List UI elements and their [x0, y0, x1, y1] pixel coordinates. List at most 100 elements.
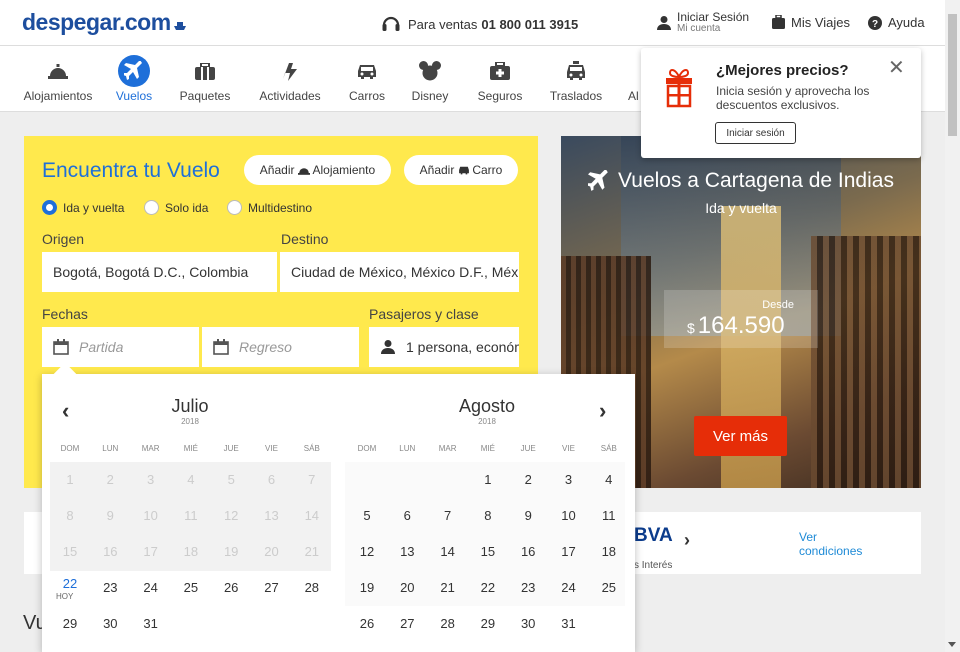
calendar-day: 17: [143, 544, 158, 559]
nav-item-disney[interactable]: Disney: [408, 58, 452, 103]
add-hotel-button[interactable]: Añadir Alojamiento: [244, 155, 391, 185]
calendar-day[interactable]: 3: [549, 462, 589, 498]
help-link[interactable]: ? Ayuda: [868, 15, 925, 30]
calendar-day[interactable]: 16: [508, 534, 548, 570]
calendar-day[interactable]: 25: [589, 570, 629, 606]
calendar-day: 12: [223, 508, 239, 523]
calendar-day[interactable]: 23: [508, 570, 548, 606]
calendar-day[interactable]: 26: [211, 570, 251, 606]
calendar-day: 19: [223, 544, 239, 559]
calendar-day[interactable]: 27: [252, 570, 292, 606]
calendar-day[interactable]: 31: [131, 606, 171, 642]
add-car-button[interactable]: Añadir Carro: [404, 155, 518, 185]
calendar-day[interactable]: 10: [549, 498, 589, 534]
weekday-header: LUN: [102, 444, 119, 453]
popover-login-button[interactable]: Iniciar sesión: [715, 122, 796, 144]
destination-input[interactable]: Ciudad de México, México D.F., México: [280, 252, 519, 292]
nav-item-traslados[interactable]: Traslados: [546, 58, 606, 103]
calendar-day[interactable]: 31: [549, 606, 589, 642]
page-scrollbar[interactable]: [945, 0, 960, 652]
calendar-day[interactable]: 12: [347, 534, 387, 570]
passengers-label: Pasajeros y clase: [369, 306, 479, 322]
calendar-day[interactable]: 30: [508, 606, 548, 642]
calendar-day: 4: [187, 472, 195, 487]
calendar-day[interactable]: 2: [508, 462, 548, 498]
calendar-day[interactable]: 17: [549, 534, 589, 570]
calendar-day: 21: [304, 544, 320, 559]
despegar-logo[interactable]: despegar.com: [22, 9, 187, 36]
chevron-right-icon[interactable]: ›: [599, 398, 606, 424]
calendar-day[interactable]: 18: [589, 534, 629, 570]
promo-price: $164.590: [687, 312, 785, 340]
calendar-day[interactable]: 23: [90, 570, 130, 606]
radio-multi-destination[interactable]: Multidestino: [227, 200, 312, 215]
radio-one-way[interactable]: Solo ida: [144, 200, 208, 215]
calendar-day: 8: [66, 508, 74, 523]
chevron-left-icon[interactable]: ‹: [62, 398, 69, 424]
svg-text:?: ?: [872, 19, 878, 30]
chevron-right-icon[interactable]: ›: [684, 530, 690, 551]
calendar-day[interactable]: 20: [387, 570, 427, 606]
my-trips-link[interactable]: Mis Viajes: [772, 15, 850, 30]
calendar-day[interactable]: 25: [171, 570, 211, 606]
scroll-down-icon[interactable]: [948, 642, 956, 647]
help-icon: ?: [868, 15, 882, 30]
add-hotel-text2: Alojamiento: [312, 163, 376, 177]
scrollbar-thumb[interactable]: [948, 14, 957, 136]
calendar-day[interactable]: 11: [589, 498, 629, 534]
login-title: Iniciar Sesión: [677, 10, 750, 24]
calendar-day[interactable]: 5: [347, 498, 387, 534]
calendar-day[interactable]: 26: [347, 606, 387, 642]
calendar-day[interactable]: 14: [428, 534, 468, 570]
weekday-header: LUN: [399, 444, 416, 453]
nav-item-vuelos[interactable]: Vuelos: [112, 55, 156, 103]
calendar-day[interactable]: 24: [131, 570, 171, 606]
see-more-button[interactable]: Ver más: [694, 416, 787, 456]
calendar-day[interactable]: 7: [428, 498, 468, 534]
nav-item-seguros[interactable]: Seguros: [474, 58, 526, 103]
date-picker: ‹ › Julio 2018 Agosto 2018 DOM LUN MAR MIÉ J…: [42, 362, 635, 652]
calendar-day[interactable]: 28: [428, 606, 468, 642]
luggage-icon: [772, 15, 785, 29]
calendar-day[interactable]: 22: [468, 570, 508, 606]
calendar-day: 2: [106, 472, 114, 487]
sales-phone[interactable]: Para ventas 01 800 011 3915: [380, 13, 578, 35]
radio-round-trip[interactable]: Ida y vuelta: [42, 200, 124, 215]
nav-item-paquetes[interactable]: Paquetes: [176, 58, 234, 103]
calendar-day[interactable]: 29: [468, 606, 508, 642]
calendar-day[interactable]: 9: [508, 498, 548, 534]
weekday-header: JUE: [223, 444, 239, 453]
conditions-link[interactable]: Ver condiciones: [799, 530, 862, 558]
calendar-day[interactable]: 21: [428, 570, 468, 606]
suitcase-icon: [195, 62, 215, 80]
calendar-day[interactable]: 4: [589, 462, 629, 498]
calendar-day[interactable]: 24: [549, 570, 589, 606]
calendar-day[interactable]: 27: [387, 606, 427, 642]
close-icon[interactable]: ✕: [888, 58, 905, 78]
nav-item-alojamientos[interactable]: Alojamientos: [22, 58, 94, 103]
calendar-day[interactable]: 15: [468, 534, 508, 570]
return-date-input[interactable]: Regreso: [202, 327, 359, 367]
calendar-day: 16: [103, 544, 118, 559]
departure-date-input[interactable]: Partida: [42, 327, 199, 367]
calendar-day[interactable]: 13: [387, 534, 427, 570]
add-car-text2: Carro: [472, 163, 503, 177]
calendar-day: 3: [146, 472, 155, 487]
login-menu[interactable]: Iniciar Sesión Mi cuenta: [657, 11, 749, 34]
calendar-day[interactable]: 30: [90, 606, 130, 642]
calendar-day[interactable]: 8: [468, 498, 508, 534]
calendar-day[interactable]: 6: [387, 498, 427, 534]
calendar-day[interactable]: 28: [292, 570, 332, 606]
passengers-value: 1 persona, económica: [406, 339, 519, 355]
calendar-day[interactable]: 1: [468, 462, 508, 498]
weekday-header: DOM: [357, 444, 377, 453]
nav-item-actividades[interactable]: Actividades: [256, 58, 324, 103]
currency-symbol: $: [687, 320, 695, 336]
origin-input[interactable]: Bogotá, Bogotá D.C., Colombia: [42, 252, 277, 292]
nav-item-carros[interactable]: Carros: [344, 58, 390, 103]
calendar-day[interactable]: 19: [347, 570, 387, 606]
bank-logo[interactable]: BVA: [634, 525, 673, 547]
calendar-day: 9: [106, 508, 114, 523]
calendar-day[interactable]: 29: [50, 606, 90, 642]
passengers-input[interactable]: 1 persona, económica: [369, 327, 519, 367]
